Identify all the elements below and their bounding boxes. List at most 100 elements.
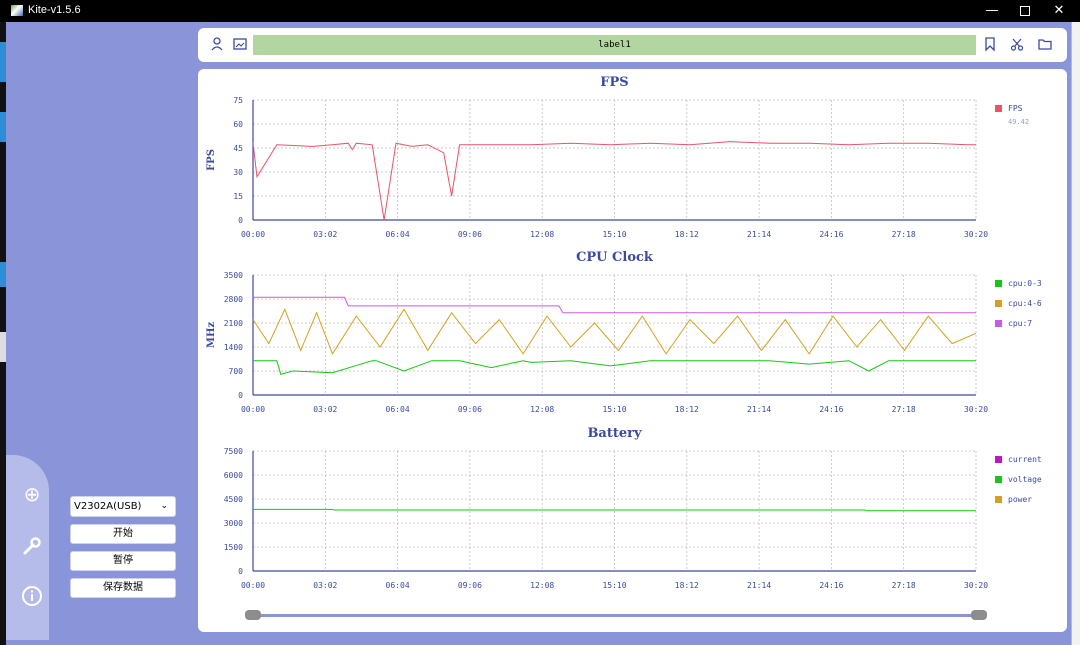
time-range-slider-track[interactable]	[253, 614, 981, 617]
scissors-icon[interactable]	[1009, 36, 1025, 52]
y-tick-label: 6000	[224, 471, 243, 480]
x-tick-label: 09:06	[458, 230, 482, 239]
x-tick-label: 27:18	[892, 230, 916, 239]
info-icon-svg	[22, 586, 42, 606]
bookmark-icon-svg	[985, 37, 995, 52]
maximize-button[interactable]	[1008, 0, 1042, 22]
x-tick-label: 12:08	[530, 230, 554, 239]
x-tick-label: 06:04	[386, 230, 410, 239]
x-tick-label: 12:08	[530, 581, 554, 590]
x-tick-label: 18:12	[675, 230, 699, 239]
legend-swatch	[995, 496, 1002, 503]
chevron-down-icon: ⌄	[160, 501, 168, 511]
legend-swatch	[995, 320, 1002, 327]
y-tick-label: 7500	[224, 447, 243, 456]
info-icon[interactable]	[21, 585, 43, 607]
x-tick-label: 06:04	[386, 581, 410, 590]
title-bar: Kite-v1.5.6 — ✕	[0, 0, 1080, 22]
folder-icon[interactable]	[1037, 36, 1053, 52]
y-tick-label: 4500	[224, 495, 243, 504]
y-tick-label: 2100	[224, 319, 243, 328]
x-tick-label: 15:10	[602, 230, 626, 239]
sidebar-panel: ⊕	[6, 455, 49, 640]
x-tick-label: 27:18	[892, 405, 916, 414]
y-tick-label: 700	[229, 367, 244, 376]
x-tick-label: 00:00	[241, 405, 265, 414]
y-tick-label: 75	[233, 96, 243, 105]
device-select[interactable]: V2302A(USB) ⌄	[70, 496, 176, 517]
charts-panel: FPS FPS 0 15 30 45 60 75 00:00 03:02 06:04 09:06 12:…	[198, 69, 1067, 632]
charts-canvas: FPS FPS 0 15 30 45 60 75 00:00 03:02 06:04 09:06 12:…	[206, 75, 1042, 590]
save-data-button[interactable]: 保存数据	[70, 578, 176, 598]
image-icon[interactable]	[232, 36, 248, 52]
pause-button[interactable]: 暂停	[70, 551, 176, 571]
legend-label: FPS	[1008, 104, 1023, 113]
x-tick-label: 03:02	[313, 405, 337, 414]
x-tick-label: 00:00	[241, 230, 265, 239]
legend-label: cpu:7	[1008, 319, 1032, 328]
close-button[interactable]: ✕	[1042, 0, 1076, 22]
x-tick-label: 09:06	[458, 581, 482, 590]
legend-swatch	[995, 300, 1002, 307]
y-tick-label: 3500	[224, 271, 243, 280]
x-tick-label: 21:14	[747, 405, 771, 414]
x-tick-label: 24:16	[819, 405, 843, 414]
x-tick-label: 21:14	[747, 581, 771, 590]
y-tick-label: 30	[233, 168, 243, 177]
x-tick-label: 15:10	[602, 405, 626, 414]
slider-handle-left[interactable]	[245, 610, 261, 620]
x-tick-label: 21:14	[747, 230, 771, 239]
chart-title-2: Battery	[587, 426, 642, 441]
x-tick-label: 06:04	[386, 405, 410, 414]
wrench-icon-svg	[23, 537, 41, 555]
person-icon-svg	[211, 37, 223, 51]
y-tick-label: 1500	[224, 543, 243, 552]
add-circle-icon[interactable]: ⊕	[21, 483, 43, 505]
x-tick-label: 03:02	[313, 581, 337, 590]
x-tick-label: 18:12	[675, 405, 699, 414]
person-icon[interactable]	[209, 36, 225, 52]
x-tick-label: 30:20	[964, 581, 988, 590]
y-tick-label: 15	[233, 192, 243, 201]
maximize-icon	[1020, 6, 1030, 16]
slider-handle-right[interactable]	[971, 610, 987, 620]
x-tick-label: 09:06	[458, 405, 482, 414]
window-title: Kite-v1.5.6	[28, 4, 81, 16]
y-tick-label: 0	[238, 567, 243, 576]
label-bar[interactable]: label1	[253, 35, 976, 55]
bookmark-icon[interactable]	[982, 36, 998, 52]
y-tick-label: 3000	[224, 519, 243, 528]
device-select-value: V2302A(USB)	[74, 501, 142, 512]
legend-label: cpu:0-3	[1008, 279, 1042, 288]
y-tick-label: 1400	[224, 343, 243, 352]
toolbar: label1	[198, 28, 1067, 62]
scissors-icon-svg	[1010, 38, 1024, 51]
x-tick-label: 30:20	[964, 405, 988, 414]
x-tick-label: 15:10	[602, 581, 626, 590]
legend-label: current	[1008, 455, 1042, 464]
image-icon-svg	[233, 38, 247, 50]
x-tick-label: 00:00	[241, 581, 265, 590]
legend-label: cpu:4-6	[1008, 299, 1042, 308]
x-tick-label: 27:18	[892, 581, 916, 590]
x-tick-label: 30:20	[964, 230, 988, 239]
desktop-edge-right	[1071, 22, 1080, 645]
minimize-button[interactable]: —	[975, 0, 1009, 22]
legend-swatch	[995, 105, 1002, 112]
x-tick-label: 24:16	[819, 581, 843, 590]
wrench-icon[interactable]	[21, 535, 43, 557]
chart-title-0: FPS	[600, 75, 628, 90]
legend-swatch	[995, 456, 1002, 463]
legend-label: voltage	[1008, 475, 1042, 484]
legend-label: power	[1008, 495, 1032, 504]
y-tick-label: 0	[238, 391, 243, 400]
app-icon	[11, 5, 23, 16]
x-tick-label: 24:16	[819, 230, 843, 239]
chart-ylabel-1: MHz	[206, 322, 217, 349]
series-line-voltage	[253, 508, 976, 512]
start-button[interactable]: 开始	[70, 524, 176, 544]
legend-swatch	[995, 280, 1002, 287]
y-tick-label: 60	[233, 120, 243, 129]
y-tick-label: 45	[233, 144, 243, 153]
x-tick-label: 12:08	[530, 405, 554, 414]
